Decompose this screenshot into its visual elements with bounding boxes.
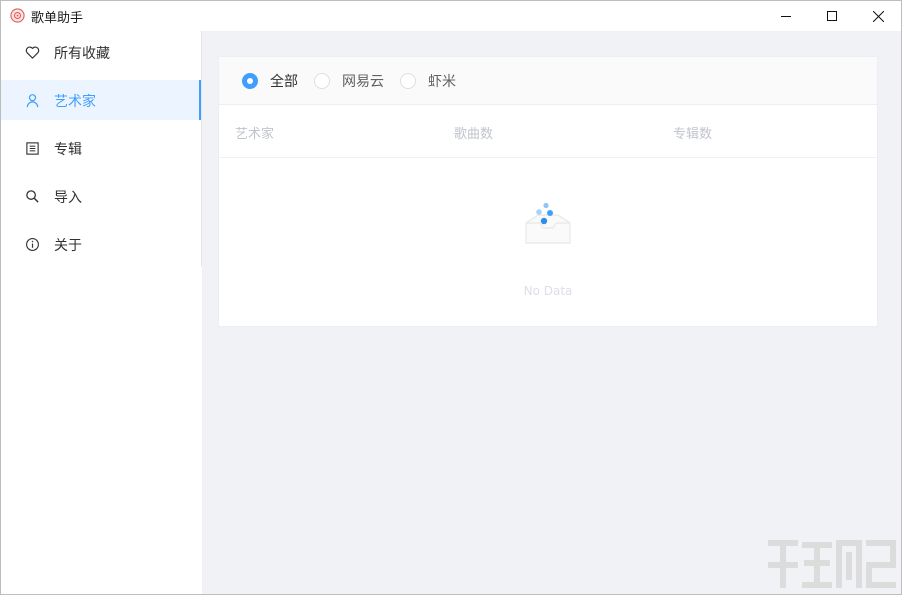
- minimize-button[interactable]: [763, 1, 809, 31]
- column-header-song-count[interactable]: 歌曲数: [454, 123, 493, 142]
- radio-all[interactable]: 全部: [242, 72, 298, 90]
- maximize-button[interactable]: [809, 1, 855, 31]
- sidebar-item-label: 导入: [54, 190, 82, 206]
- sidebar-item-label: 专辑: [54, 142, 82, 158]
- sidebar-item-artists[interactable]: 艺术家: [1, 80, 202, 120]
- main-content: 全部 网易云 虾米 艺术家 歌曲数 专辑数 No Data: [202, 31, 901, 594]
- column-header-album-count[interactable]: 专辑数: [673, 123, 712, 142]
- radio-netease[interactable]: 网易云: [314, 72, 384, 90]
- watermark-logo: [768, 540, 896, 588]
- search-icon: [26, 190, 39, 203]
- sidebar-item-label: 艺术家: [54, 94, 96, 110]
- window-title: 歌单助手: [31, 11, 84, 26]
- info-icon: [26, 238, 39, 251]
- empty-text: No Data: [523, 284, 573, 298]
- radio-unchecked-icon: [314, 73, 330, 89]
- radio-label: 网易云: [342, 74, 384, 90]
- radio-checked-icon: [242, 73, 258, 89]
- sidebar-item-favorites[interactable]: 所有收藏: [1, 32, 202, 72]
- source-filter-bar: 全部 网易云 虾米: [219, 57, 877, 105]
- sidebar: 所有收藏 艺术家 专辑 导入 关于: [1, 31, 202, 594]
- radio-label: 全部: [270, 74, 298, 90]
- user-icon: [26, 94, 39, 108]
- empty-state: No Data: [219, 159, 877, 327]
- heart-icon: [25, 46, 40, 59]
- artist-table-card: 全部 网易云 虾米 艺术家 歌曲数 专辑数 No Data: [218, 56, 878, 327]
- title-bar[interactable]: 歌单助手: [1, 1, 901, 31]
- empty-box-icon: [525, 203, 571, 244]
- album-icon: [26, 142, 39, 155]
- column-header-artist[interactable]: 艺术家: [235, 123, 274, 142]
- table-header: 艺术家 歌曲数 专辑数: [219, 106, 877, 158]
- sidebar-item-label: 关于: [54, 238, 82, 254]
- minimize-icon: [781, 16, 791, 17]
- sidebar-item-label: 所有收藏: [54, 46, 110, 62]
- radio-unchecked-icon: [400, 73, 416, 89]
- app-window: 歌单助手 所有收藏 艺术家 专辑 导入 关于 全部 网易云 虾米 艺术家 歌曲数…: [0, 0, 902, 595]
- app-logo-icon: [10, 8, 25, 23]
- close-button[interactable]: [855, 1, 901, 31]
- sidebar-item-import[interactable]: 导入: [1, 176, 202, 216]
- radio-label: 虾米: [428, 74, 456, 90]
- maximize-icon: [827, 11, 837, 21]
- radio-xiami[interactable]: 虾米: [400, 72, 456, 90]
- sidebar-item-about[interactable]: 关于: [1, 224, 202, 264]
- sidebar-item-albums[interactable]: 专辑: [1, 128, 202, 168]
- close-icon: [872, 10, 884, 22]
